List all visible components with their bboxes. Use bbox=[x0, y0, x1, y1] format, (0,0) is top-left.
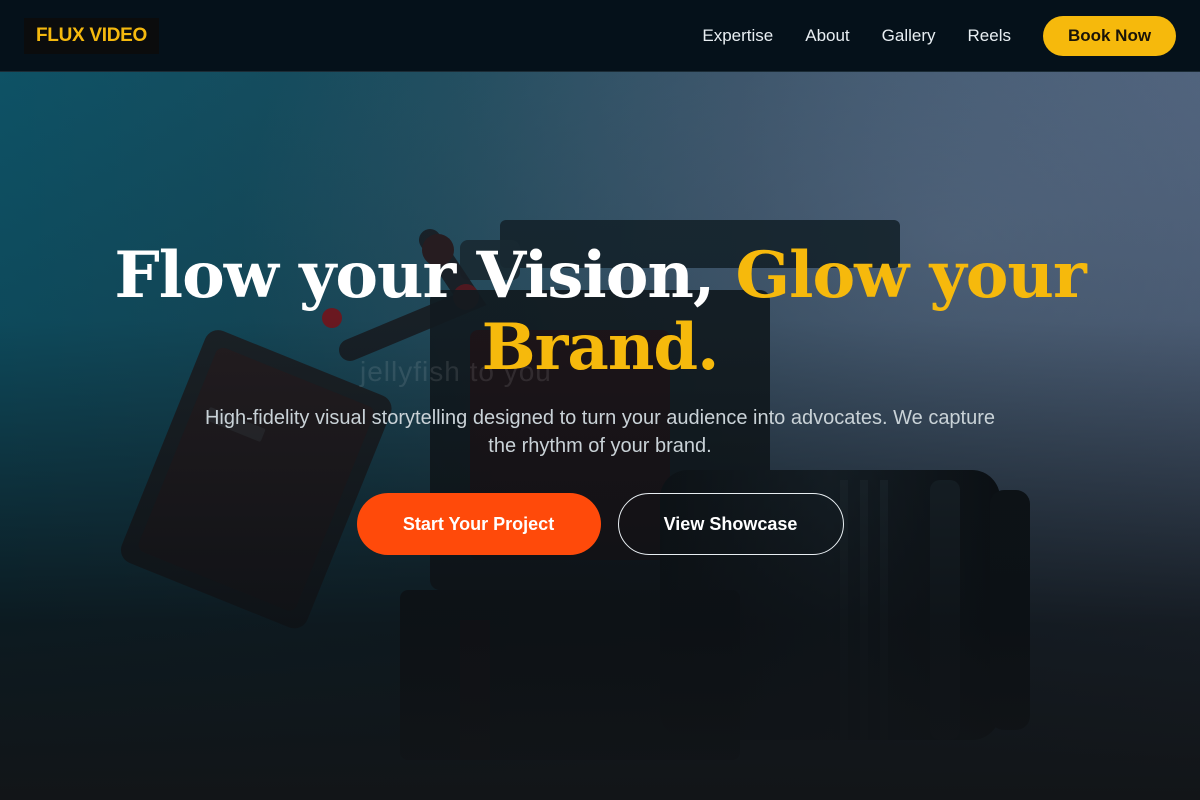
nav-link-expertise[interactable]: Expertise bbox=[702, 26, 773, 46]
brand-logo[interactable]: FLUX VIDEO bbox=[24, 18, 160, 54]
headline-main-text: Flow your Vision, bbox=[114, 238, 736, 313]
nav-link-gallery[interactable]: Gallery bbox=[882, 26, 936, 46]
book-now-button[interactable]: Book Now bbox=[1043, 16, 1176, 56]
nav-menu: Expertise About Gallery Reels bbox=[702, 0, 1011, 72]
hero-cta-group: Start Your Project View Showcase bbox=[0, 493, 1200, 555]
hero-background-image bbox=[0, 0, 1200, 800]
top-navbar: FLUX VIDEO Expertise About Gallery Reels… bbox=[0, 0, 1200, 72]
nav-link-reels[interactable]: Reels bbox=[968, 26, 1011, 46]
hero-headline: Flow your Vision, Glow your Brand. bbox=[0, 240, 1200, 384]
start-project-button[interactable]: Start Your Project bbox=[356, 493, 601, 555]
hero-subtitle: High-fidelity visual storytelling design… bbox=[204, 407, 996, 457]
nav-link-about[interactable]: About bbox=[805, 26, 849, 46]
view-showcase-button[interactable]: View Showcase bbox=[617, 493, 844, 555]
